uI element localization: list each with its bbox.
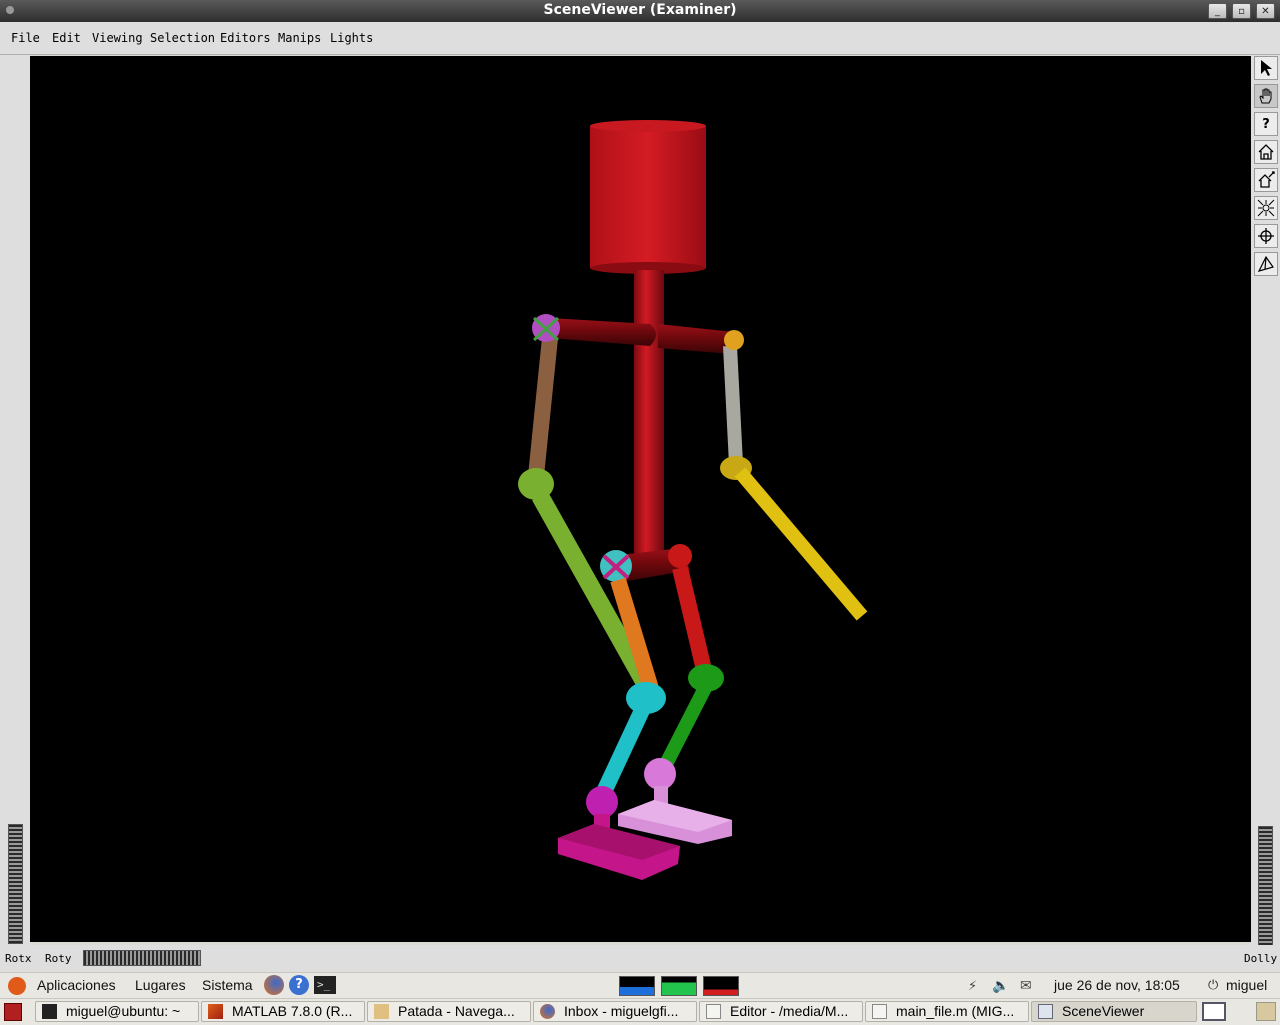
- menu-edit[interactable]: Edit: [52, 31, 81, 45]
- menu-bar: File Edit Viewing Selection Editors Mani…: [0, 22, 1280, 55]
- close-icon[interactable]: ✕: [1256, 3, 1275, 19]
- scene-viewport[interactable]: [30, 56, 1251, 942]
- panel-user[interactable]: miguel: [1226, 977, 1267, 993]
- ubuntu-logo-icon: [8, 977, 26, 995]
- editor-icon: [706, 1004, 721, 1019]
- robot-head: [590, 126, 706, 268]
- menu-viewing[interactable]: Viewing: [92, 31, 143, 45]
- menu-lights[interactable]: Lights: [330, 31, 373, 45]
- show-desktop-icon[interactable]: [4, 1003, 22, 1021]
- matlab-icon: [208, 1004, 223, 1019]
- task-label: MATLAB 7.8.0 (R...: [232, 1003, 353, 1019]
- task-label: SceneViewer: [1062, 1003, 1145, 1019]
- rotx-thumbwheel[interactable]: [8, 824, 23, 944]
- dolly-thumbwheel[interactable]: [1258, 826, 1273, 946]
- perspective-icon[interactable]: [1254, 252, 1278, 276]
- view-all-icon[interactable]: [1254, 196, 1278, 220]
- task-nautilus[interactable]: Patada - Navega...: [367, 1001, 531, 1022]
- menu-sistema[interactable]: Sistema: [202, 977, 253, 993]
- volume-icon[interactable]: 🔈: [992, 978, 1009, 994]
- network-monitor[interactable]: [703, 976, 739, 996]
- trash-icon[interactable]: [1256, 1002, 1276, 1021]
- firefox-icon: [540, 1004, 555, 1019]
- dolly-label: Dolly: [1244, 952, 1278, 965]
- robot-shoulder-right: [658, 324, 734, 354]
- task-label: Patada - Navega...: [398, 1003, 515, 1019]
- window-titlebar: SceneViewer (Examiner) _ ▫ ✕: [0, 0, 1280, 22]
- rotx-label: Rotx: [5, 952, 32, 965]
- panel-clock[interactable]: jue 26 de nov, 18:05: [1054, 977, 1180, 993]
- help-icon[interactable]: ?: [289, 975, 309, 995]
- task-sceneviewer[interactable]: SceneViewer: [1031, 1001, 1197, 1022]
- power-icon[interactable]: ⏻: [1208, 978, 1218, 993]
- robot-right-forearm: [734, 467, 868, 621]
- mail-icon[interactable]: ✉: [1020, 978, 1032, 994]
- menu-lugares[interactable]: Lugares: [135, 977, 186, 993]
- hand-icon[interactable]: [1254, 84, 1278, 108]
- pointer-icon[interactable]: [1254, 56, 1278, 80]
- home-icon[interactable]: [1254, 140, 1278, 164]
- menu-aplicaciones[interactable]: Aplicaciones: [37, 977, 116, 993]
- taskbar: miguel@ubuntu: ~ MATLAB 7.8.0 (R... Pata…: [0, 998, 1280, 1025]
- menu-editors[interactable]: Editors: [220, 31, 271, 45]
- terminal-icon[interactable]: >_: [314, 976, 336, 994]
- task-firefox[interactable]: Inbox - miguelgfi...: [533, 1001, 697, 1022]
- menu-manips[interactable]: Manips: [278, 31, 321, 45]
- folder-icon: [374, 1004, 389, 1019]
- window-title: SceneViewer (Examiner): [543, 2, 737, 18]
- window-icon: [1038, 1004, 1053, 1019]
- minimize-icon[interactable]: _: [1208, 3, 1227, 19]
- menu-selection[interactable]: Selection: [150, 31, 215, 45]
- set-home-icon[interactable]: [1254, 168, 1278, 192]
- task-editor[interactable]: Editor - /media/M...: [699, 1001, 863, 1022]
- robot-right-thigh: [672, 566, 712, 672]
- robot-torso: [634, 270, 664, 566]
- maximize-icon[interactable]: ▫: [1232, 3, 1251, 19]
- robot-right-shin: [657, 682, 713, 772]
- menu-file[interactable]: File: [11, 31, 40, 45]
- task-matlab[interactable]: MATLAB 7.8.0 (R...: [201, 1001, 365, 1022]
- task-label: Inbox - miguelgfi...: [564, 1003, 679, 1019]
- network-icon[interactable]: ⚡: [968, 979, 977, 994]
- task-label: Editor - /media/M...: [730, 1003, 849, 1019]
- robot-left-upper-arm: [528, 337, 558, 477]
- robot-right-shoulder-joint: [724, 330, 744, 350]
- robot-left-forearm: [532, 491, 658, 697]
- robot-right-upper-arm: [723, 345, 743, 465]
- task-main-file[interactable]: main_file.m (MIG...: [865, 1001, 1029, 1022]
- help-icon[interactable]: ?: [1254, 112, 1278, 136]
- editor-icon: [872, 1004, 887, 1019]
- seek-icon[interactable]: [1254, 224, 1278, 248]
- task-label: main_file.m (MIG...: [896, 1003, 1015, 1019]
- cpu-monitor[interactable]: [619, 976, 655, 996]
- workspace-switcher[interactable]: [1202, 1002, 1226, 1021]
- memory-monitor[interactable]: [661, 976, 697, 996]
- roty-label: Roty: [45, 952, 72, 965]
- terminal-icon: [42, 1004, 57, 1019]
- left-decoration-panel: [0, 55, 30, 945]
- roty-thumbwheel[interactable]: [83, 950, 201, 966]
- task-label: miguel@ubuntu: ~: [66, 1003, 181, 1019]
- firefox-icon[interactable]: [264, 975, 284, 995]
- task-terminal[interactable]: miguel@ubuntu: ~: [35, 1001, 199, 1022]
- robot-right-hip-joint: [668, 544, 692, 568]
- robot-scene: [518, 120, 868, 880]
- robot-left-shin: [594, 702, 652, 800]
